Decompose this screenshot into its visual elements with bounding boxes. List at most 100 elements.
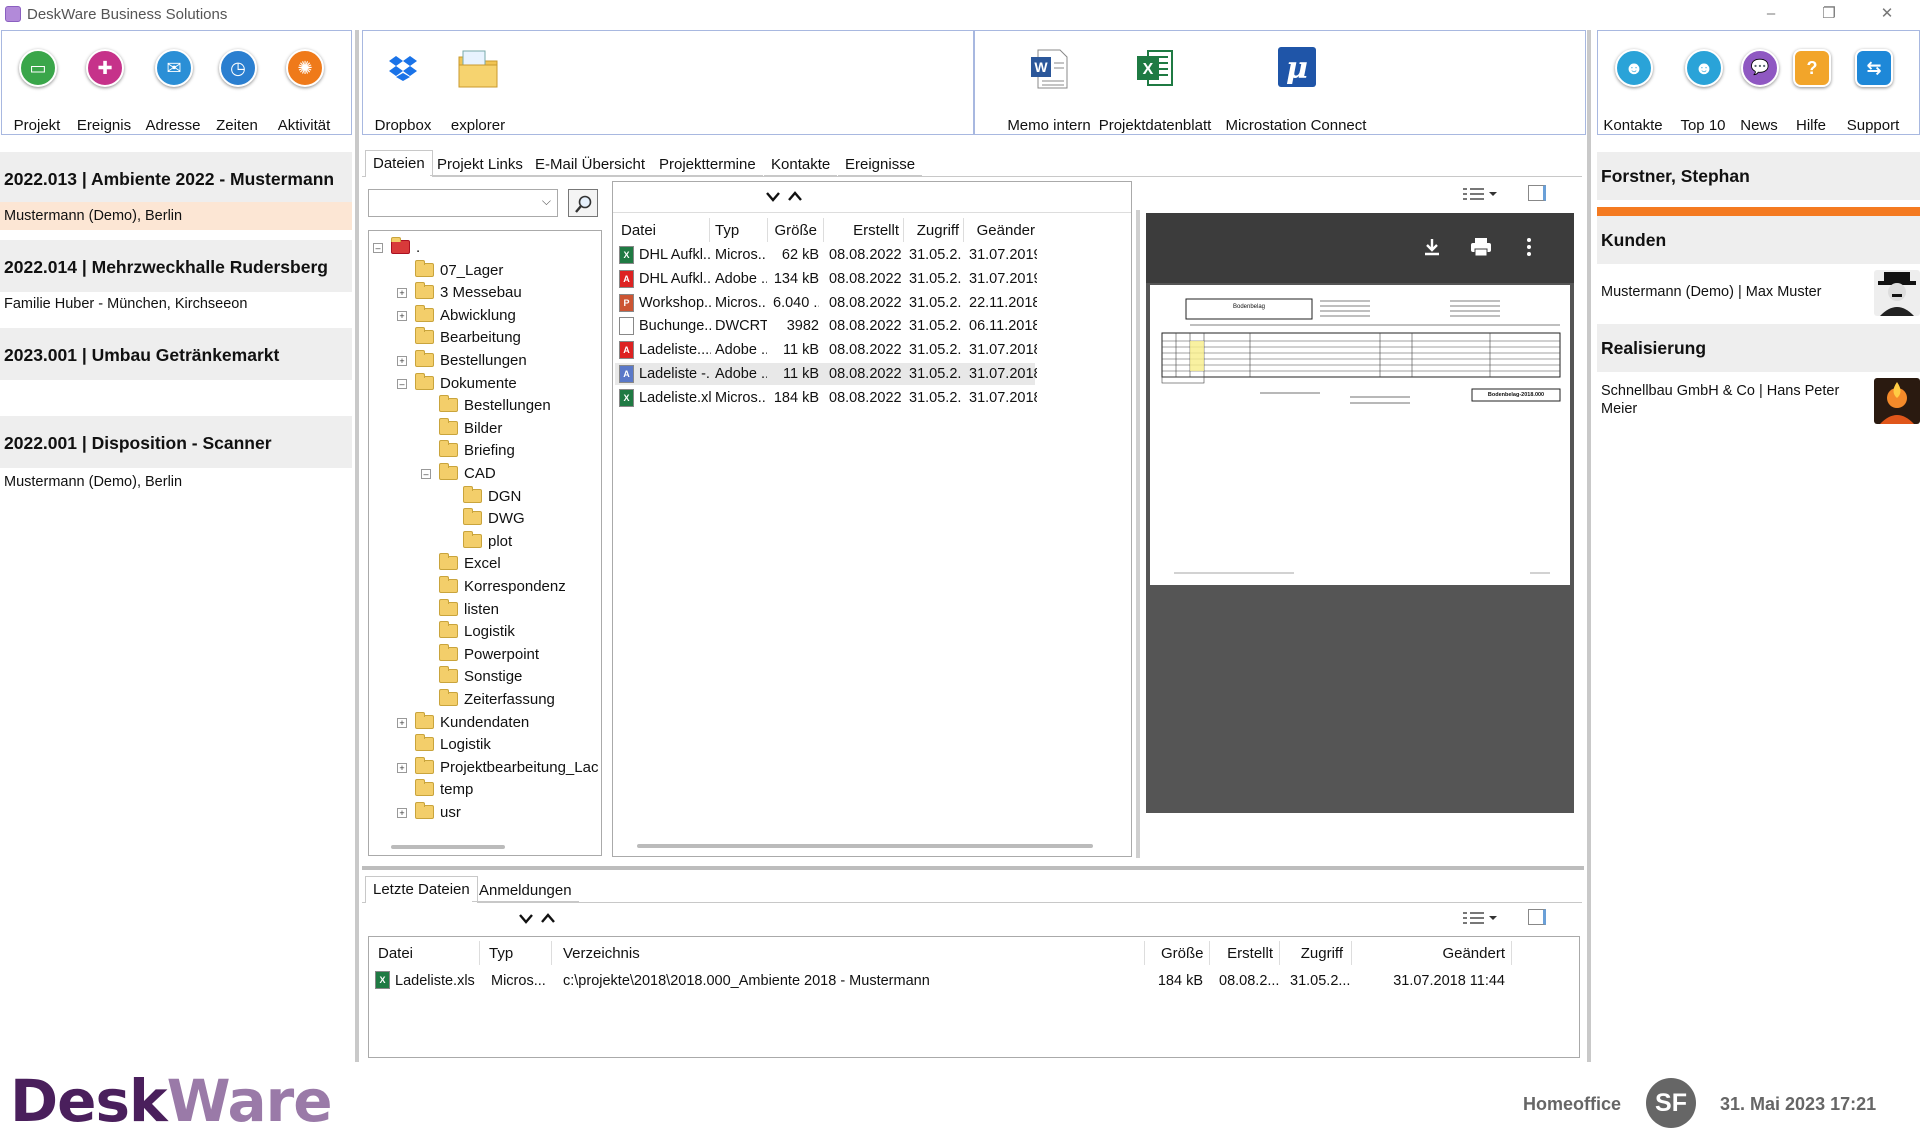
tree-node[interactable]: + Kundendaten (397, 711, 529, 734)
recent-view-mode-dropdown[interactable] (1462, 910, 1498, 926)
project-item-2022-014[interactable]: 2022.014 | Mehrzweckhalle Rudersberg (0, 240, 352, 292)
aktivitaet-button[interactable]: ✺ Aktivität (269, 41, 339, 134)
tab-anmeldungen[interactable]: Anmeldungen (472, 878, 579, 902)
column-divider[interactable] (903, 218, 904, 242)
more-options-icon[interactable] (1526, 237, 1532, 257)
file-row[interactable]: Buchunge...DWCRT... 3982 08.08.2022 ... 31.… (615, 315, 1037, 337)
recent-collapse-expand-arrows[interactable] (518, 912, 562, 926)
microstation-connect-button[interactable]: μ Microstation Connect (1221, 41, 1371, 134)
tree-node[interactable]: DGN (455, 485, 521, 508)
file-row[interactable]: A Ladeliste -...Adobe ... 11 kB 08.08.2022 … (615, 363, 1037, 385)
col-geaendert[interactable]: Geänder (969, 222, 1035, 239)
tree-node[interactable]: Logistik (431, 621, 515, 643)
right-splitter[interactable] (1587, 30, 1591, 1062)
zeiten-button[interactable]: ◷ Zeiten (202, 41, 272, 134)
kunden-entry[interactable]: Mustermann (Demo) | Max Muster (1597, 264, 1920, 324)
expand-icon[interactable]: + (397, 808, 407, 818)
projekt-button[interactable]: ▭ Projekt (2, 41, 72, 134)
expand-icon[interactable]: + (397, 310, 407, 321)
memo-intern-button[interactable]: W Memo intern (1004, 41, 1094, 134)
file-row[interactable]: X DHL Aufkl...Micros... 62 kB 08.08.2022 ..… (615, 244, 1037, 266)
tree-node[interactable]: plot (455, 530, 512, 553)
col-datei[interactable]: Datei (621, 222, 701, 239)
tree-node[interactable]: Logistik (407, 734, 491, 756)
realisierung-entry[interactable]: Schnellbau GmbH & Co | Hans Peter Meier (1597, 374, 1920, 434)
tree-node[interactable]: DWG (455, 508, 525, 530)
expand-icon[interactable]: + (397, 762, 407, 773)
tab-ereignisse[interactable]: Ereignisse (838, 152, 923, 176)
tree-node[interactable]: +3 Messebau (397, 282, 522, 304)
tree-node[interactable]: + Projektbearbeitung_Lac (397, 756, 598, 779)
expand-icon[interactable]: + (397, 717, 407, 728)
tree-node[interactable]: temp (407, 779, 473, 801)
tree-node[interactable]: + Abwicklung (397, 304, 516, 327)
tree-node[interactable]: + Bestellungen (397, 350, 527, 372)
collapse-icon[interactable]: – (421, 469, 431, 479)
tree-node[interactable]: –. (373, 237, 420, 259)
project-item-2022-001[interactable]: 2022.001 | Disposition - Scanner (0, 416, 352, 468)
expand-icon[interactable]: + (397, 288, 407, 299)
col-geaendert[interactable]: Geändert (1379, 945, 1505, 962)
preview-toggle-icon[interactable] (1528, 185, 1546, 201)
tree-node[interactable]: Korrespondenz (431, 576, 566, 598)
tree-node[interactable]: 07_Lager (407, 259, 503, 282)
column-divider[interactable] (823, 218, 824, 242)
support-button[interactable]: ⇆ Support (1838, 41, 1908, 134)
col-erstellt[interactable]: Erstellt (1219, 945, 1273, 962)
col-typ[interactable]: Typ (715, 222, 765, 239)
folder-filter-combobox[interactable]: ⌵ (368, 189, 558, 217)
expand-icon[interactable]: + (397, 356, 407, 366)
tab-projekt-links[interactable]: Projekt Links (430, 152, 530, 176)
col-datei[interactable]: Datei (378, 945, 413, 962)
tab-dateien[interactable]: Dateien (365, 150, 433, 177)
user-initials-avatar[interactable]: SF (1646, 1078, 1696, 1128)
project-item-2022-013[interactable]: 2022.013 | Ambiente 2022 - Mustermann (0, 152, 352, 204)
tree-node[interactable]: listen (431, 598, 499, 621)
tab-email-uebersicht[interactable]: E-Mail Übersicht (528, 152, 653, 176)
column-divider[interactable] (767, 218, 768, 242)
projektdatenblatt-button[interactable]: X Projektdatenblatt (1093, 41, 1217, 134)
horizontal-splitter[interactable] (362, 866, 1584, 870)
tree-horizontal-scrollbar[interactable] (391, 845, 505, 849)
print-icon[interactable] (1470, 237, 1492, 257)
collapse-icon[interactable]: – (373, 243, 383, 253)
tree-node[interactable]: Briefing (431, 440, 515, 462)
file-row[interactable]: A Ladeliste....Adobe ... 11 kB 08.08.2022 .… (615, 339, 1037, 361)
tree-node[interactable]: – CAD (421, 463, 496, 485)
close-button[interactable]: ✕ (1858, 0, 1916, 28)
recent-file-row[interactable]: X Ladeliste.xls Micros... c:\projekte\20… (373, 969, 1573, 993)
file-row[interactable]: P Workshop...Micros... 6.040 ... 08.08.2022… (615, 292, 1037, 314)
recent-preview-toggle-icon[interactable] (1528, 909, 1546, 925)
tree-node[interactable]: Sonstige (431, 666, 522, 688)
col-verzeichnis[interactable]: Verzeichnis (563, 945, 640, 962)
project-item-2023-001[interactable]: 2023.001 | Umbau Getränkemarkt (0, 328, 352, 380)
tree-node[interactable]: + usr (397, 802, 461, 824)
tree-node[interactable]: Bestellungen (431, 395, 551, 417)
col-erstellt[interactable]: Erstellt (829, 222, 899, 239)
kontakte-button[interactable]: ☻ Kontakte (1598, 41, 1668, 134)
files-horizontal-scrollbar[interactable] (637, 844, 1093, 848)
ereignis-button[interactable]: ✚ Ereignis (69, 41, 139, 134)
col-groesse[interactable]: Größe (1161, 945, 1204, 962)
col-typ[interactable]: Typ (489, 945, 513, 962)
tree-node[interactable]: Bilder (431, 417, 502, 440)
collapse-icon[interactable]: – (397, 378, 407, 389)
tree-node[interactable]: – Dokumente (397, 372, 517, 395)
tab-projekttermine[interactable]: Projekttermine (652, 152, 763, 176)
minimize-button[interactable]: – (1742, 0, 1800, 28)
tree-node[interactable]: Excel (431, 553, 501, 575)
file-row[interactable]: A DHL Aufkl...Adobe ... 134 kB 08.08.2022 .… (615, 268, 1037, 290)
dropbox-button[interactable]: Dropbox (368, 41, 438, 134)
collapse-expand-arrows[interactable] (765, 190, 809, 204)
explorer-button[interactable]: explorer (443, 41, 513, 134)
tab-kontakte[interactable]: Kontakte (764, 152, 838, 176)
col-groesse[interactable]: Größe (773, 222, 817, 239)
preview-splitter[interactable] (1136, 210, 1140, 858)
tree-node[interactable]: Powerpoint (431, 643, 539, 666)
col-zugriff[interactable]: Zugriff (909, 222, 959, 239)
file-row[interactable]: X Ladeliste.xls Micros... 184 kB 08.08.2022 … (615, 387, 1037, 409)
search-button[interactable] (568, 189, 598, 217)
tree-node[interactable]: Zeiterfassung (431, 689, 555, 711)
left-splitter[interactable] (355, 30, 359, 1062)
column-divider[interactable] (963, 218, 964, 242)
